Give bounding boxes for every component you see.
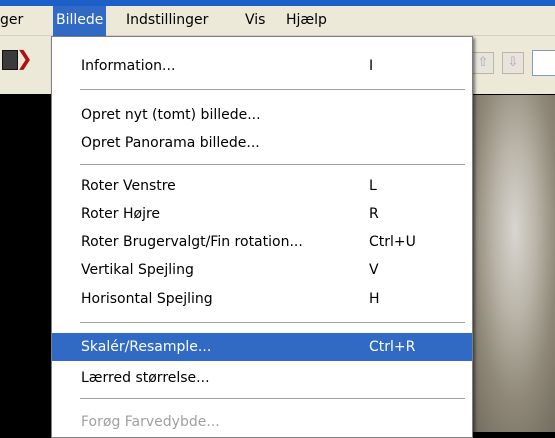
move-down-icon[interactable]: ⇩ (502, 52, 524, 74)
move-up-icon[interactable]: ⇧ (472, 52, 494, 74)
menu-item-skaler-resample[interactable]: Skalér/Resample... Ctrl+R (52, 333, 472, 361)
billede-dropdown-menu: Information... I Opret nyt (tomt) billed… (51, 36, 473, 438)
menu-item-roter-brugervalgt[interactable]: Roter Brugervalgt/Fin rotation... Ctrl+U (52, 228, 472, 256)
menu-hjaelp[interactable]: Hjælp (286, 6, 327, 36)
menu-item-roter-hoejre[interactable]: Roter Højre R (52, 200, 472, 228)
menu-item-label: Vertikal Spejling (81, 262, 194, 278)
menu-item-label: Roter Venstre (81, 178, 176, 194)
menu-item-label: Information... (81, 58, 176, 74)
menu-vis[interactable]: Vis (245, 6, 265, 36)
menu-bar: ger Billede Indstillinger Vis Hjælp (0, 6, 555, 36)
menu-billede[interactable]: Billede (53, 6, 107, 36)
menu-item-shortcut: Ctrl+R (369, 339, 416, 355)
menu-item-vertikal-spejling[interactable]: Vertikal Spejling V (52, 256, 472, 284)
menu-item-label: Roter Højre (81, 206, 161, 222)
menu-separator (80, 89, 465, 90)
menu-item-label: Opret nyt (tomt) billede... (81, 107, 261, 123)
menu-item-shortcut: V (369, 262, 379, 278)
menu-item-laerred-stoerrelse[interactable]: Lærred størrelse... (52, 364, 472, 392)
menu-indstillinger[interactable]: Indstillinger (126, 6, 208, 36)
menu-item-horisontal-spejling[interactable]: Horisontal Spejling H (52, 285, 472, 313)
menu-item-opret-nyt-billede[interactable]: Opret nyt (tomt) billede... (52, 101, 472, 129)
menu-item-shortcut: R (369, 206, 379, 222)
menu-item-shortcut: I (369, 58, 374, 74)
menu-item-roter-venstre[interactable]: Roter Venstre L (52, 172, 472, 200)
menu-separator (80, 322, 465, 323)
menu-item-label: Horisontal Spejling (81, 291, 213, 307)
menu-item-label: Roter Brugervalgt/Fin rotation... (81, 234, 303, 250)
photo-preview (465, 95, 555, 432)
menu-item-label: Lærred størrelse... (81, 370, 210, 386)
menu-item-information[interactable]: Information... I (52, 52, 472, 80)
menu-item-shortcut: H (369, 291, 380, 307)
menu-separator (80, 164, 465, 165)
next-arrow-icon[interactable]: ❯ (16, 46, 33, 70)
menu-item-label: Skalér/Resample... (81, 339, 212, 355)
toolbar-input-field[interactable] (532, 50, 555, 76)
menu-separator (80, 398, 465, 399)
menu-item-shortcut: L (369, 178, 377, 194)
menu-item-label: Opret Panorama billede... (81, 135, 260, 151)
menu-item-opret-panorama[interactable]: Opret Panorama billede... (52, 129, 472, 157)
menu-indstillinger-partial[interactable]: ger (0, 6, 23, 36)
menu-item-shortcut: Ctrl+U (369, 234, 416, 250)
